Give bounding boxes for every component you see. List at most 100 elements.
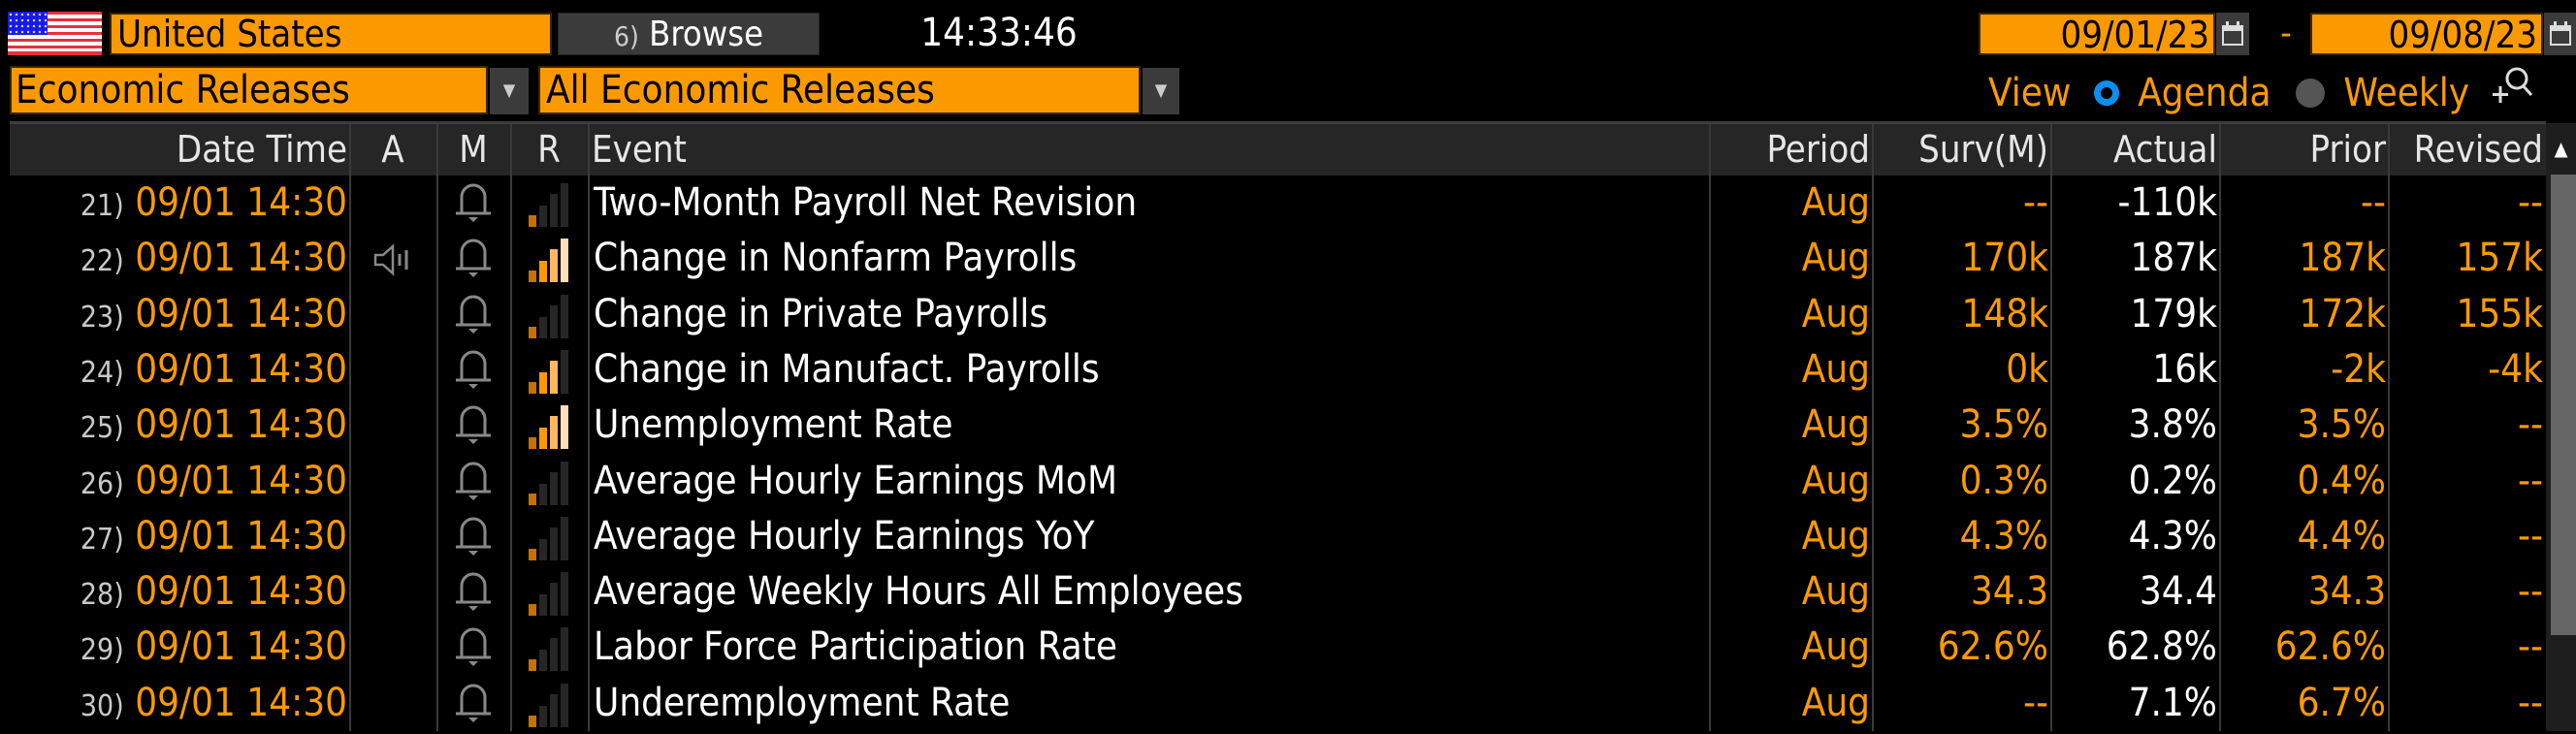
relevance-bars-icon (529, 405, 568, 450)
release-datetime: 09/01 14:30 (135, 513, 347, 558)
weekly-radio[interactable] (2295, 79, 2325, 108)
relevance-bars-icon (529, 349, 568, 394)
scroll-up-button[interactable]: ▲ (2546, 123, 2576, 175)
release-datetime: 09/01 14:30 (135, 569, 347, 615)
event-name[interactable]: Change in Manufact. Payrolls (594, 342, 1699, 398)
weekly-label[interactable]: Weekly (2343, 67, 2469, 119)
event-name[interactable]: Average Hourly Earnings YoY (594, 509, 1699, 564)
bell-icon (456, 350, 491, 389)
column-header-audio[interactable]: A (351, 124, 435, 176)
prior-cell: 172k (2299, 291, 2386, 336)
relevance-bar (539, 261, 547, 283)
table-row[interactable]: 26) 09/01 14:30 Average Hourly Earnings … (10, 454, 2546, 509)
audio-cell[interactable] (351, 454, 435, 509)
table-row[interactable]: 29) 09/01 14:30 Labor Force Participatio… (10, 620, 2546, 675)
row-number: 21) (80, 189, 124, 223)
relevance-bar (550, 693, 558, 727)
category-dropdown[interactable]: Economic Releases (10, 66, 488, 114)
end-date-calendar-button[interactable] (2544, 13, 2576, 55)
alert-cell[interactable] (438, 509, 508, 564)
browse-button[interactable]: 6) Browse (558, 13, 820, 55)
relevance-bar (550, 304, 558, 338)
start-date-calendar-button[interactable] (2216, 13, 2249, 55)
agenda-radio[interactable] (2093, 80, 2119, 106)
column-header-monitor[interactable]: M (438, 124, 508, 176)
end-date-field[interactable]: 09/08/23 (2310, 13, 2543, 55)
alert-cell[interactable] (438, 454, 508, 509)
row-number: 30) (80, 688, 124, 723)
table-row[interactable]: 30) 09/01 14:30 Underemployment Rate Aug… (10, 676, 2546, 731)
column-header-relevance[interactable]: R (512, 124, 586, 176)
date-time-cell: 25) 09/01 14:30 (10, 398, 347, 453)
column-header-period[interactable]: Period (1711, 124, 1870, 176)
alert-cell[interactable] (438, 398, 508, 453)
relevance-cell (512, 176, 586, 231)
relevance-bar (539, 206, 547, 227)
alert-cell[interactable] (438, 564, 508, 620)
table-header: Date Time A M R Event Period Surv(M) Act… (10, 121, 2546, 176)
zoom-in-icon[interactable] (2491, 64, 2533, 122)
relevance-bar (529, 604, 536, 617)
alert-cell[interactable] (438, 620, 508, 675)
relevance-bar (561, 405, 568, 450)
event-name[interactable]: Change in Nonfarm Payrolls (594, 231, 1699, 286)
event-name[interactable]: Change in Private Payrolls (594, 287, 1699, 342)
audio-cell[interactable] (351, 620, 435, 675)
audio-cell[interactable] (351, 176, 435, 231)
column-header-prior[interactable]: Prior (2221, 124, 2386, 176)
actual-cell: 7.1% (2128, 680, 2217, 725)
view-selector: View Agenda Weekly (1988, 64, 2576, 116)
row-number: 23) (80, 300, 124, 335)
event-name[interactable]: Average Hourly Earnings MoM (594, 454, 1699, 509)
period-cell: Aug (1801, 346, 1870, 392)
alert-cell[interactable] (438, 287, 508, 342)
relevance-bar (561, 461, 568, 505)
relevance-cell (512, 454, 586, 509)
country-field[interactable]: United States (110, 13, 552, 55)
audio-cell[interactable] (351, 231, 435, 286)
audio-cell[interactable] (351, 564, 435, 620)
alert-cell[interactable] (438, 176, 508, 231)
table-row[interactable]: 28) 09/01 14:30 Average Weekly Hours All… (10, 564, 2546, 620)
table-row[interactable]: 21) 09/01 14:30 Two-Month Payroll Net Re… (10, 176, 2546, 231)
relevance-bar (550, 471, 558, 505)
table-row[interactable]: 24) 09/01 14:30 Change in Manufact. Payr… (10, 342, 2546, 398)
table-row[interactable]: 27) 09/01 14:30 Average Hourly Earnings … (10, 509, 2546, 564)
column-header-date-time[interactable]: Date Time (10, 124, 347, 176)
prior-cell: 62.6% (2274, 624, 2386, 670)
prior-cell: 4.4% (2297, 513, 2386, 558)
alert-cell[interactable] (438, 342, 508, 398)
column-header-actual[interactable]: Actual (2052, 124, 2217, 176)
column-header-revised[interactable]: Revised (2390, 124, 2543, 176)
agenda-label[interactable]: Agenda (2138, 67, 2270, 119)
filter-dropdown-arrow[interactable]: ▼ (1143, 68, 1179, 114)
date-time-cell: 26) 09/01 14:30 (10, 454, 347, 509)
event-name[interactable]: Two-Month Payroll Net Revision (594, 176, 1699, 231)
audio-cell[interactable] (351, 398, 435, 453)
relevance-bar (529, 659, 536, 672)
audio-cell[interactable] (351, 676, 435, 731)
event-name[interactable]: Unemployment Rate (594, 398, 1699, 453)
table-row[interactable]: 22) 09/01 14:30 Change in Nonfarm Payrol… (10, 231, 2546, 286)
event-name[interactable]: Underemployment Rate (594, 676, 1699, 731)
start-date-field[interactable]: 09/01/23 (1979, 13, 2215, 55)
audio-cell[interactable] (351, 342, 435, 398)
relevance-bar (561, 294, 568, 338)
period-cell: Aug (1801, 291, 1870, 336)
column-header-event[interactable]: Event (592, 124, 1697, 176)
table-row[interactable]: 23) 09/01 14:30 Change in Private Payrol… (10, 287, 2546, 342)
audio-cell[interactable] (351, 287, 435, 342)
event-name[interactable]: Average Weekly Hours All Employees (594, 564, 1699, 620)
prior-cell: 34.3 (2307, 569, 2386, 615)
scrollbar-thumb[interactable] (2551, 175, 2576, 635)
audio-cell[interactable] (351, 509, 435, 564)
table-row[interactable]: 25) 09/01 14:30 Unemployment Rate Aug 3.… (10, 398, 2546, 453)
relevance-cell (512, 564, 586, 620)
category-dropdown-arrow[interactable]: ▼ (490, 68, 529, 114)
alert-cell[interactable] (438, 676, 508, 731)
column-header-survey[interactable]: Surv(M) (1874, 124, 2048, 176)
event-name[interactable]: Labor Force Participation Rate (594, 620, 1699, 675)
filter-dropdown[interactable]: All Economic Releases (538, 66, 1141, 114)
period-cell: Aug (1801, 624, 1870, 670)
alert-cell[interactable] (438, 231, 508, 286)
